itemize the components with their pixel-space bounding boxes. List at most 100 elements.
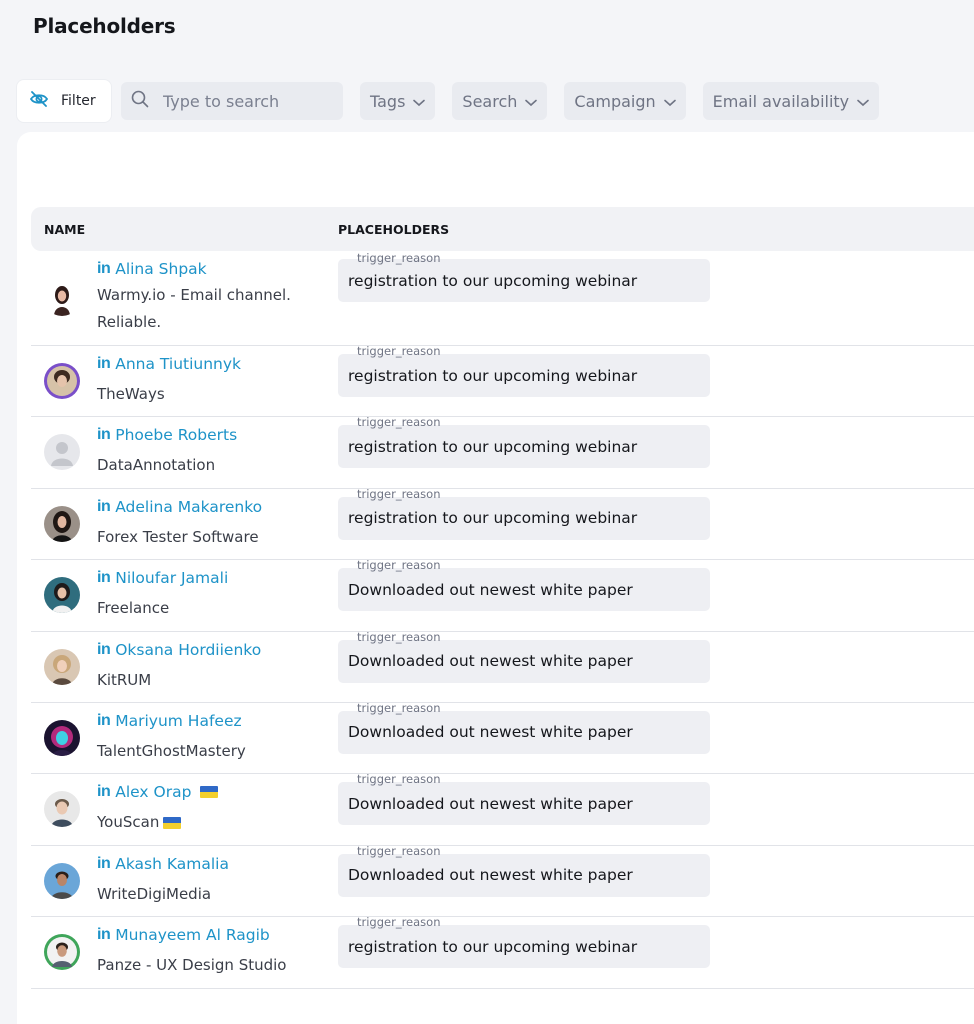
- page-title: Placeholders: [33, 14, 176, 38]
- contact-name[interactable]: Anna Tiutiunnyk: [115, 355, 241, 373]
- avatar[interactable]: [44, 862, 80, 899]
- placeholder-key: trigger_reason: [357, 415, 441, 430]
- linkedin-icon[interactable]: in: [97, 260, 111, 278]
- contact-name-link[interactable]: in Akash Kamalia: [97, 855, 229, 873]
- contact-name-link[interactable]: in Adelina Makarenko: [97, 498, 262, 516]
- chevron-down-icon: [413, 92, 426, 111]
- search-dropdown[interactable]: Search: [452, 82, 548, 120]
- placeholder-value[interactable]: Downloaded out newest white paper: [338, 782, 710, 826]
- contact-name-link[interactable]: in Alex Orap: [97, 783, 219, 801]
- ukraine-flag-icon: [200, 786, 219, 799]
- contact-company: TheWays: [97, 385, 165, 403]
- placeholder-value[interactable]: registration to our upcoming webinar: [338, 496, 710, 540]
- placeholder-value[interactable]: registration to our upcoming webinar: [338, 354, 710, 397]
- column-header-placeholders[interactable]: PLACEHOLDERS: [338, 222, 449, 237]
- avatar[interactable]: [44, 505, 80, 542]
- table-row: in Alina Shpak Warmy.io - Email channel.…: [31, 251, 974, 346]
- filter-label: Filter: [61, 93, 96, 109]
- tags-dropdown-label: Tags: [370, 91, 406, 111]
- placeholder-key: trigger_reason: [357, 629, 441, 644]
- placeholder-key: trigger_reason: [357, 915, 441, 930]
- contact-company: DataAnnotation: [97, 456, 216, 475]
- contact-name[interactable]: Alina Shpak: [115, 260, 206, 278]
- contact-company: Panze - UX Design Studio: [97, 956, 287, 975]
- table-row: in Phoebe Roberts DataAnnotation registr…: [31, 415, 974, 489]
- contact-name-link[interactable]: in Alina Shpak: [97, 260, 207, 278]
- contact-name[interactable]: Mariyum Hafeez: [115, 712, 241, 730]
- avatar[interactable]: [44, 434, 80, 471]
- placeholder-value[interactable]: registration to our upcoming webinar: [338, 925, 710, 969]
- contact-company: Freelance: [97, 599, 170, 618]
- avatar[interactable]: [44, 363, 80, 399]
- chevron-down-icon: [663, 92, 676, 111]
- contact-company: WriteDigiMedia: [97, 884, 212, 903]
- contact-name-link[interactable]: in Oksana Hordiienko: [97, 641, 261, 659]
- eye-off-icon: [29, 91, 49, 111]
- filter-button[interactable]: Filter: [17, 80, 111, 122]
- table-row: in Munayeem Al Ragib Panze - UX Design S…: [31, 915, 974, 989]
- email-availability-dropdown[interactable]: Email availability: [702, 82, 880, 120]
- placeholder-key: trigger_reason: [357, 251, 441, 265]
- search-dropdown-label: Search: [462, 91, 518, 111]
- contact-name[interactable]: Alex Orap: [115, 783, 191, 801]
- contact-name[interactable]: Akash Kamalia: [115, 855, 229, 873]
- contact-name-link[interactable]: in Anna Tiutiunnyk: [97, 355, 241, 373]
- contact-name[interactable]: Adelina Makarenko: [115, 498, 262, 516]
- table-row: in Adelina Makarenko Forex Tester Softwa…: [31, 486, 974, 561]
- avatar[interactable]: [44, 791, 80, 828]
- search-input[interactable]: [163, 91, 333, 111]
- linkedin-icon[interactable]: in: [97, 569, 111, 587]
- avatar[interactable]: [44, 577, 80, 614]
- table-row: in Oksana Hordiienko KitRUM Downloaded o…: [31, 629, 974, 703]
- contact-company: Warmy.io - Email channel. Reliable.: [97, 286, 291, 331]
- table-row: in Anna Tiutiunnyk TheWays registration …: [31, 344, 974, 418]
- linkedin-icon[interactable]: in: [97, 426, 111, 444]
- table-row: in Akash Kamalia WriteDigiMedia Download…: [31, 843, 974, 918]
- campaign-dropdown[interactable]: Campaign: [564, 82, 686, 120]
- search-box[interactable]: [121, 82, 343, 120]
- linkedin-icon[interactable]: in: [97, 498, 111, 516]
- placeholder-value[interactable]: registration to our upcoming webinar: [338, 259, 710, 302]
- contact-name[interactable]: Phoebe Roberts: [115, 426, 237, 444]
- placeholder-value[interactable]: registration to our upcoming webinar: [338, 425, 710, 469]
- chevron-down-icon: [857, 92, 869, 111]
- placeholder-key: trigger_reason: [357, 486, 441, 501]
- contact-name[interactable]: Munayeem Al Ragib: [115, 926, 270, 944]
- placeholder-key: trigger_reason: [357, 344, 441, 358]
- email-availability-dropdown-label: Email availability: [712, 91, 850, 111]
- placeholder-value[interactable]: Downloaded out newest white paper: [338, 639, 710, 683]
- column-header-name[interactable]: NAME: [44, 222, 85, 237]
- linkedin-icon[interactable]: in: [97, 855, 111, 873]
- contact-name[interactable]: Oksana Hordiienko: [115, 641, 261, 659]
- contact-name-link[interactable]: in Mariyum Hafeez: [97, 712, 242, 730]
- table-row: in Niloufar Jamali Freelance Downloaded …: [31, 558, 974, 632]
- contact-name[interactable]: Niloufar Jamali: [115, 569, 228, 587]
- avatar[interactable]: [44, 280, 80, 316]
- table-row: in Alex Orap YouScan Downloaded out newe…: [31, 772, 974, 846]
- contact-name-link[interactable]: in Niloufar Jamali: [97, 569, 228, 587]
- linkedin-icon[interactable]: in: [97, 926, 111, 944]
- campaign-dropdown-label: Campaign: [574, 91, 656, 111]
- contact-company-text: YouScan: [97, 813, 160, 832]
- contact-name-link[interactable]: in Phoebe Roberts: [97, 426, 237, 444]
- chevron-down-icon: [525, 92, 538, 111]
- linkedin-icon[interactable]: in: [97, 355, 111, 373]
- linkedin-icon[interactable]: in: [97, 641, 111, 659]
- tags-dropdown[interactable]: Tags: [360, 82, 436, 120]
- placeholder-key: trigger_reason: [357, 700, 441, 715]
- contact-company: Forex Tester Software: [97, 527, 259, 546]
- linkedin-icon[interactable]: in: [97, 712, 111, 730]
- placeholder-value[interactable]: Downloaded out newest white paper: [338, 568, 710, 612]
- placeholder-key: trigger_reason: [357, 843, 441, 858]
- avatar[interactable]: [44, 719, 80, 756]
- linkedin-icon[interactable]: in: [97, 783, 111, 801]
- placeholder-key: trigger_reason: [357, 772, 441, 787]
- placeholder-value[interactable]: Downloaded out newest white paper: [338, 853, 710, 897]
- placeholder-value[interactable]: Downloaded out newest white paper: [338, 710, 710, 754]
- contact-name-link[interactable]: in Munayeem Al Ragib: [97, 926, 270, 944]
- table-body: in Alina Shpak Warmy.io - Email channel.…: [31, 251, 974, 989]
- avatar[interactable]: [44, 934, 80, 971]
- contact-company: KitRUM: [97, 670, 152, 689]
- table-row: in Mariyum Hafeez TalentGhostMastery Dow…: [31, 700, 974, 775]
- avatar[interactable]: [44, 648, 80, 685]
